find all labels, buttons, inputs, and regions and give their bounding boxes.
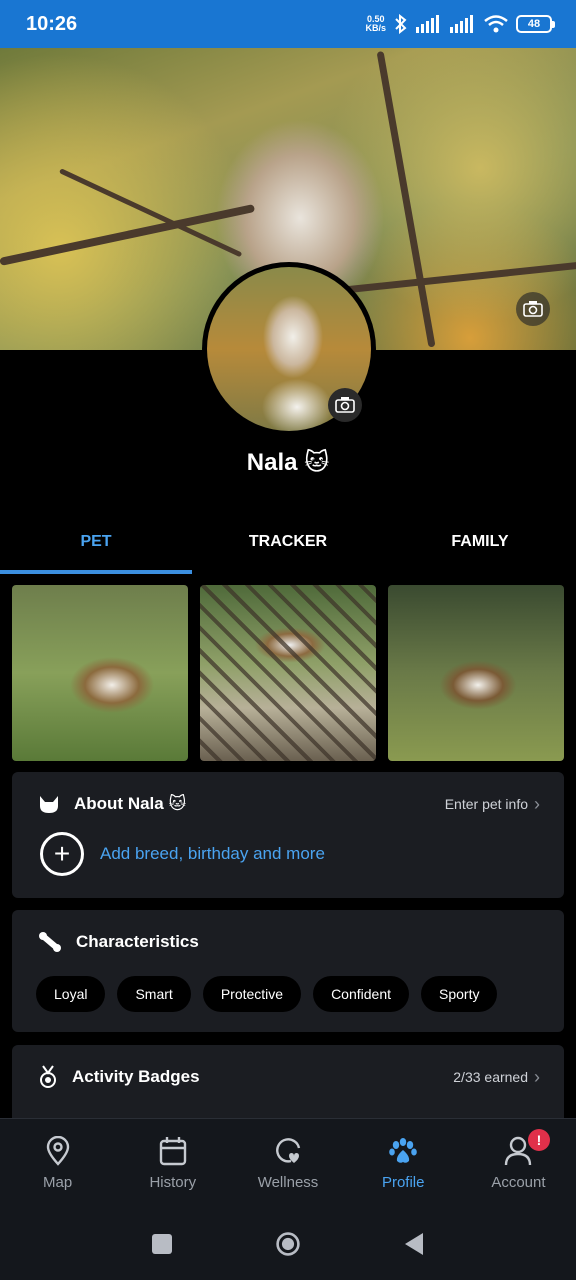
calendar-icon [159,1137,186,1166]
about-title-wrap: About Nala 🐱 [38,794,186,814]
bottom-navigation: Map History Wellness Profile Account ! [0,1118,576,1208]
back-button[interactable] [401,1231,427,1257]
tab-pet[interactable]: PET [0,510,192,574]
map-pin-icon [46,1136,69,1166]
wellness-icon [276,1138,301,1163]
branch-decor [329,260,576,295]
badges-earned-label: 2/33 earned [453,1069,528,1085]
nav-account[interactable]: Account ! [461,1119,576,1208]
camera-icon [335,397,355,413]
cat-head-icon [40,796,58,813]
nav-profile-label: Profile [381,1174,425,1191]
status-time: 10:26 [26,12,78,35]
camera-icon [523,301,543,317]
pet-name: Nala 🐱 [246,449,330,476]
chevron-right-icon: › [534,1066,540,1087]
characteristics-title-wrap: Characteristics [38,931,199,953]
signal-icon-2 [450,15,473,33]
bluetooth-icon [395,14,407,34]
about-card: About Nala 🐱 Enter pet info › + Add bree… [12,772,564,898]
about-title: About Nala 🐱 [74,794,187,813]
chip-sporty[interactable]: Sporty [421,976,498,1012]
gallery-photo[interactable] [388,585,564,761]
signal-icon [416,15,439,33]
enter-pet-info-link[interactable]: Enter pet info › [445,794,540,815]
home-button[interactable] [275,1231,301,1257]
triangle-back-icon [405,1233,423,1255]
enter-pet-info-label: Enter pet info [444,796,528,812]
status-icons: 0.50 KB/s 48 [365,14,555,34]
chip-protective[interactable]: Protective [202,976,302,1012]
add-breed-row[interactable]: + Add breed, birthday and more [12,832,564,876]
plus-icon: + [40,832,84,876]
nav-wellness[interactable]: Wellness [230,1119,345,1208]
chip-loyal[interactable]: Loyal [36,976,106,1012]
bone-icon [39,932,61,952]
characteristics-title: Characteristics [76,932,199,951]
nav-history-label: History [149,1174,197,1191]
net-speed-unit: KB/s [365,23,386,33]
branch-decor [0,204,256,266]
badges-header[interactable]: Activity Badges 2/33 earned › [12,1045,564,1109]
cover-camera-button[interactable] [516,292,550,326]
status-bar: 10:26 0.50 KB/s 48 [0,0,576,48]
gallery-photo[interactable] [200,585,376,761]
badges-title: Activity Badges [72,1067,200,1086]
add-breed-text: Add breed, birthday and more [100,844,325,863]
branch-decor [376,50,436,348]
nav-profile[interactable]: Profile [346,1119,461,1208]
tab-family[interactable]: FAMILY [384,510,576,574]
system-navigation [0,1208,576,1280]
photo-gallery [12,585,564,761]
battery-level: 48 [527,18,541,30]
profile-tabs: PET TRACKER FAMILY [0,510,576,574]
badges-title-wrap: Activity Badges [38,1065,200,1089]
wifi-icon [484,15,508,33]
circle-icon [276,1232,300,1256]
characteristics-header: Characteristics [12,910,564,974]
battery-indicator: 48 [516,15,555,33]
tab-tracker[interactable]: TRACKER [192,510,384,574]
chevron-right-icon: › [534,793,540,814]
about-header[interactable]: About Nala 🐱 Enter pet info › [12,772,564,836]
nav-map-label: Map [43,1174,73,1191]
chip-confident[interactable]: Confident [313,976,409,1012]
recent-apps-button[interactable] [149,1231,175,1257]
square-icon [152,1234,172,1254]
characteristics-chips: Loyal Smart Protective Confident Sporty [12,976,564,1012]
nav-wellness-label: Wellness [257,1174,319,1191]
badges-earned-link[interactable]: 2/33 earned › [453,1067,540,1088]
avatar-camera-button[interactable] [328,388,362,422]
nav-map[interactable]: Map [0,1119,115,1208]
medal-icon [40,1065,56,1088]
pet-avatar[interactable] [202,262,376,436]
network-speed: 0.50 KB/s [365,15,386,33]
paw-icon [389,1138,418,1163]
chip-smart[interactable]: Smart [117,976,191,1012]
account-alert-badge: ! [528,1129,551,1151]
characteristics-card: Characteristics Loyal Smart Protective C… [12,910,564,1032]
nav-history[interactable]: History [115,1119,230,1208]
nav-account-label: Account [491,1174,546,1191]
gallery-photo[interactable] [12,585,188,761]
